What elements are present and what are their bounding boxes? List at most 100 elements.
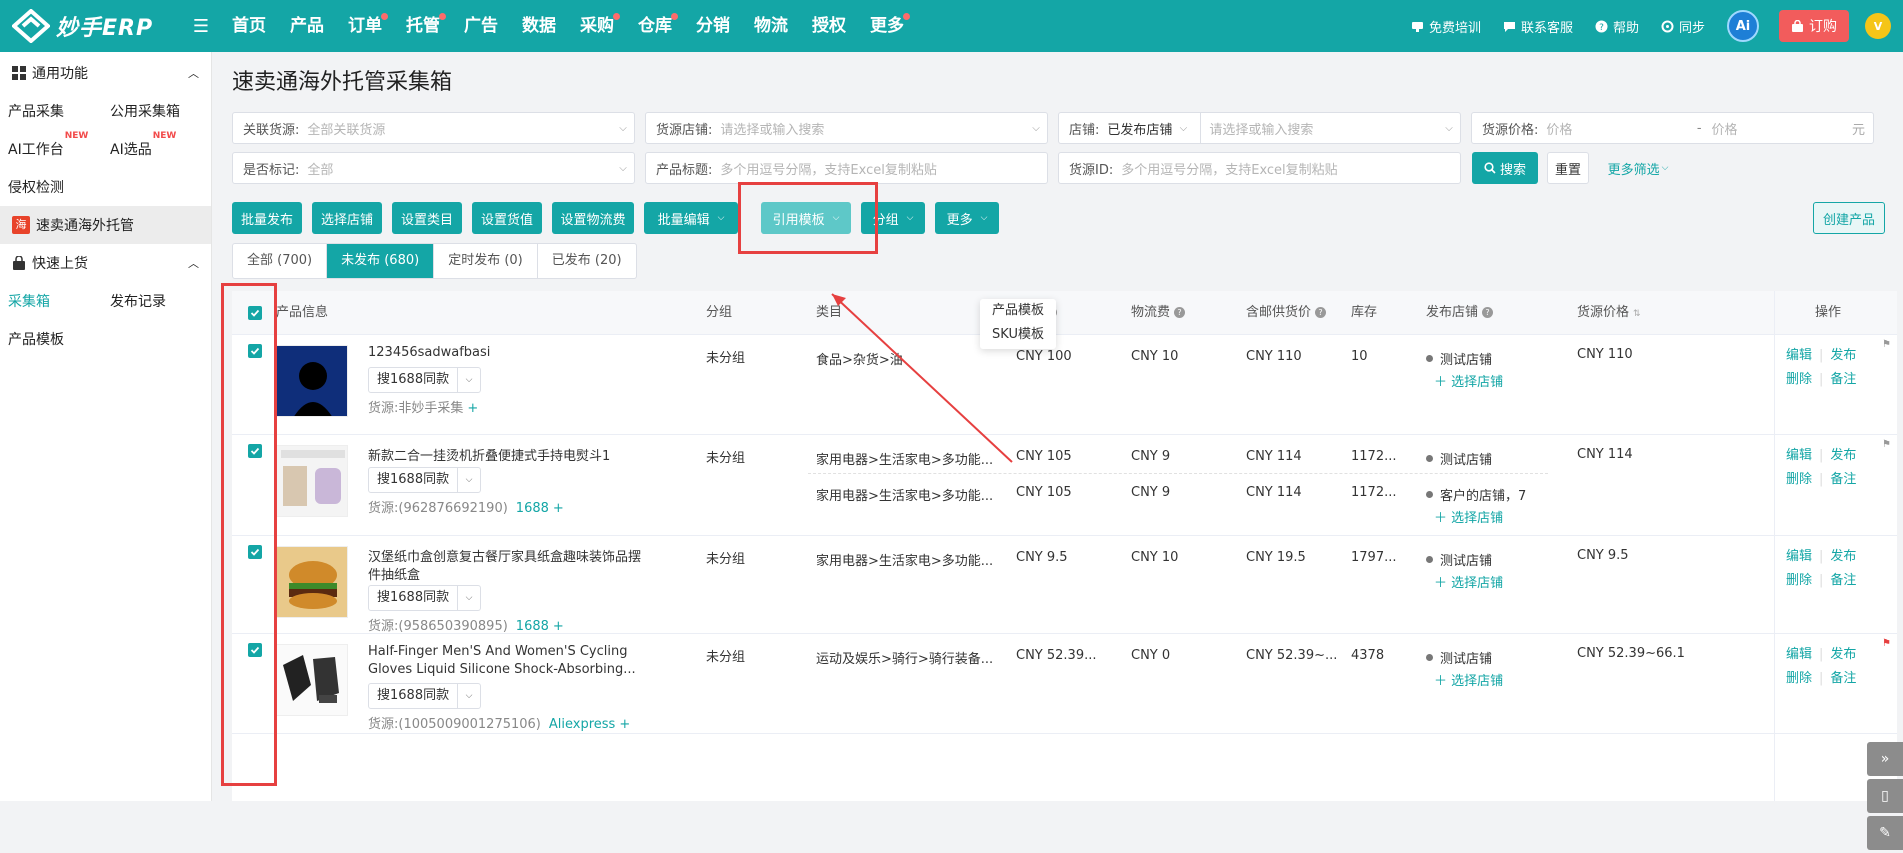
add-source-icon[interactable]: +	[553, 619, 564, 634]
nav-product[interactable]: 产品	[278, 0, 336, 52]
product-title[interactable]: 汉堡纸巾盒创意复古餐厅家具纸盒趣味装饰品摆	[368, 546, 641, 565]
sidebar-group-common[interactable]: 通用功能 ︿	[0, 54, 211, 92]
more-filters-link[interactable]: 更多筛选 ⌵	[1602, 152, 1674, 184]
sync-link[interactable]: 同步	[1661, 17, 1705, 36]
product-title[interactable]: 123456sadwafbasi	[368, 345, 490, 360]
select-shop-link[interactable]: ＋ 选择店铺	[1434, 371, 1503, 390]
nav-purchase[interactable]: 采购	[568, 0, 626, 52]
shop-search-input[interactable]: 请选择或输入搜索	[1201, 119, 1438, 138]
more-dropdown[interactable]: 更多 ⌵	[935, 202, 999, 234]
expand-icon[interactable]: »	[1867, 742, 1903, 776]
sidebar-item-infringement[interactable]: 侵权检测	[0, 177, 102, 197]
product-title-line2[interactable]: 件抽纸盒	[368, 564, 420, 583]
sidebar-item-product-collect[interactable]: 产品采集	[0, 101, 102, 121]
publish-link[interactable]: 发布	[1830, 348, 1856, 363]
sidebar-item-ai-select[interactable]: AI选品 NEW	[102, 131, 204, 159]
feedback-icon[interactable]: ✎	[1867, 816, 1903, 850]
note-link[interactable]: 备注	[1830, 372, 1856, 387]
search-1688-dropdown[interactable]: 搜1688同款 ⌵	[368, 367, 482, 393]
contact-service-link[interactable]: 联系客服	[1503, 17, 1573, 36]
tab-published[interactable]: 已发布 (20)	[538, 244, 636, 278]
tab-unpublished[interactable]: 未发布 (680)	[327, 244, 435, 278]
price-max-input[interactable]: 价格	[1712, 119, 1852, 138]
search-button[interactable]: 搜索	[1472, 152, 1538, 184]
delete-link[interactable]: 删除	[1786, 472, 1812, 487]
product-title[interactable]: Half-Finger Men'S And Women'S Cycling	[368, 644, 628, 659]
column-header-source-price[interactable]: 货源价格 ⇅	[1577, 291, 1641, 336]
edit-link[interactable]: 编辑	[1786, 647, 1812, 662]
note-link[interactable]: 备注	[1830, 472, 1856, 487]
nav-ads[interactable]: 广告	[452, 0, 510, 52]
add-source-icon[interactable]: +	[553, 501, 564, 516]
flag-icon[interactable]: ⚑	[1882, 339, 1891, 350]
note-link[interactable]: 备注	[1830, 671, 1856, 686]
sidebar-group-quick-upload[interactable]: 快速上货 ︿	[0, 244, 211, 282]
flag-icon[interactable]: ⚑	[1882, 439, 1891, 450]
tab-all[interactable]: 全部 (700)	[233, 244, 328, 278]
edit-link[interactable]: 编辑	[1786, 348, 1812, 363]
marked-select[interactable]: 是否标记: 全部 ⌵	[232, 152, 635, 184]
sidebar-item-ai-workbench[interactable]: AI工作台 NEW	[0, 131, 102, 159]
flag-icon[interactable]: ⚑	[1882, 638, 1891, 649]
set-logistics-button[interactable]: 设置物流费	[552, 202, 634, 234]
delete-link[interactable]: 删除	[1786, 671, 1812, 686]
mobile-icon[interactable]: ▯	[1867, 779, 1903, 813]
nav-hosting[interactable]: 托管	[394, 0, 452, 52]
set-category-button[interactable]: 设置类目	[392, 202, 462, 234]
nav-more[interactable]: 更多	[858, 0, 916, 52]
add-source-icon[interactable]: +	[467, 401, 478, 416]
menu-toggle-icon[interactable]: ☰	[190, 16, 212, 37]
nav-home[interactable]: 首页	[220, 0, 278, 52]
order-button[interactable]: 订购	[1779, 10, 1849, 42]
shop-status-select[interactable]: 已发布店铺 ⌵	[1107, 113, 1202, 143]
add-source-icon[interactable]: +	[619, 717, 630, 732]
source-id-input[interactable]: 货源ID: 多个用逗号分隔，支持Excel复制粘贴	[1058, 152, 1461, 184]
ai-assistant-button[interactable]: Ai	[1727, 10, 1759, 42]
sidebar-item-product-template[interactable]: 产品模板	[0, 329, 102, 349]
product-title-line2[interactable]: Gloves Liquid Silicone Shock-Absorbing..…	[368, 662, 636, 677]
nav-authorize[interactable]: 授权	[800, 0, 858, 52]
source-platform-tag[interactable]: Aliexpress	[549, 717, 615, 732]
source-shop-select[interactable]: 货源店铺: 请选择或输入搜索 ⌵	[645, 112, 1048, 144]
publish-link[interactable]: 发布	[1830, 647, 1856, 662]
product-thumbnail[interactable]	[276, 546, 348, 618]
related-source-select[interactable]: 关联货源: 全部关联货源 ⌵	[232, 112, 635, 144]
sidebar-item-aliexpress-hosting[interactable]: 海 速卖通海外托管	[0, 206, 211, 244]
sidebar-item-publish-record[interactable]: 发布记录	[102, 291, 204, 311]
search-1688-dropdown[interactable]: 搜1688同款 ⌵	[368, 585, 482, 611]
product-thumbnail[interactable]	[276, 644, 348, 716]
nav-logistics[interactable]: 物流	[742, 0, 800, 52]
sidebar-item-collect-box[interactable]: 采集箱	[0, 291, 102, 311]
reset-button[interactable]: 重置	[1547, 152, 1589, 184]
create-product-button[interactable]: 创建产品	[1813, 202, 1885, 234]
sidebar-item-public-box[interactable]: 公用采集箱	[102, 101, 204, 121]
nav-order[interactable]: 订单	[336, 0, 394, 52]
source-platform-tag[interactable]: 1688	[516, 619, 549, 634]
delete-link[interactable]: 删除	[1786, 372, 1812, 387]
nav-distribution[interactable]: 分销	[684, 0, 742, 52]
source-platform-tag[interactable]: 1688	[516, 501, 549, 516]
select-shop-link[interactable]: ＋ 选择店铺	[1434, 572, 1503, 591]
nav-data[interactable]: 数据	[510, 0, 568, 52]
user-avatar[interactable]: V	[1865, 13, 1891, 39]
price-min-input[interactable]: 价格	[1546, 119, 1686, 138]
edit-link[interactable]: 编辑	[1786, 549, 1812, 564]
select-shop-link[interactable]: ＋ 选择店铺	[1434, 670, 1503, 689]
product-title-input[interactable]: 产品标题: 多个用逗号分隔，支持Excel复制粘贴	[645, 152, 1048, 184]
product-thumbnail[interactable]	[276, 445, 348, 517]
batch-edit-dropdown[interactable]: 批量编辑 ⌵	[644, 202, 738, 234]
free-training-link[interactable]: 免费培训	[1411, 17, 1481, 36]
publish-link[interactable]: 发布	[1830, 448, 1856, 463]
logo[interactable]: 妙手ERP	[0, 9, 180, 43]
publish-link[interactable]: 发布	[1830, 549, 1856, 564]
tab-scheduled[interactable]: 定时发布 (0)	[434, 244, 538, 278]
select-shop-button[interactable]: 选择店铺	[312, 202, 382, 234]
note-link[interactable]: 备注	[1830, 573, 1856, 588]
product-thumbnail[interactable]	[276, 345, 348, 417]
search-1688-dropdown[interactable]: 搜1688同款 ⌵	[368, 683, 482, 709]
batch-publish-button[interactable]: 批量发布	[232, 202, 302, 234]
select-shop-link[interactable]: ＋ 选择店铺	[1434, 507, 1503, 526]
edit-link[interactable]: 编辑	[1786, 448, 1812, 463]
help-link[interactable]: ? 帮助	[1595, 17, 1639, 36]
delete-link[interactable]: 删除	[1786, 573, 1812, 588]
